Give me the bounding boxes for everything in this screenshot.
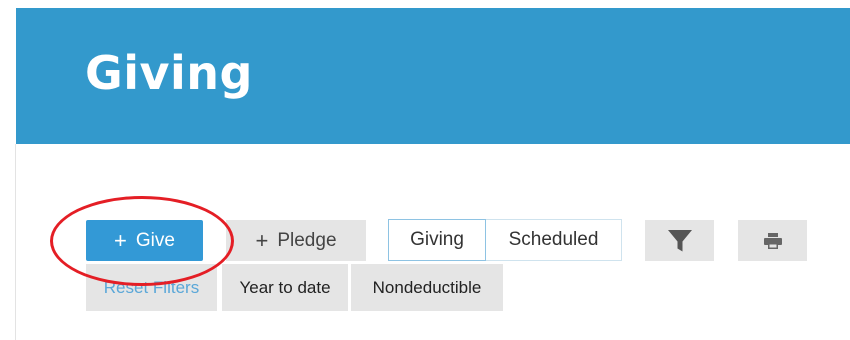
filter-chip-nondeductible[interactable]: Nondeductible	[351, 264, 503, 311]
pledge-button-label: Pledge	[277, 229, 337, 251]
left-divider	[15, 144, 16, 340]
print-icon	[763, 232, 782, 249]
view-toggle: Giving Scheduled	[388, 219, 622, 261]
plus-icon: +	[114, 227, 127, 253]
give-button[interactable]: + Give	[86, 220, 203, 261]
filter-button[interactable]	[645, 220, 714, 261]
reset-filters-link[interactable]: Reset Filters	[86, 264, 217, 311]
pledge-button[interactable]: + Pledge	[226, 220, 366, 261]
page-header: Giving	[16, 8, 850, 144]
print-button[interactable]	[738, 220, 807, 261]
toggle-giving[interactable]: Giving	[388, 219, 486, 261]
filter-icon	[667, 229, 692, 251]
toggle-scheduled[interactable]: Scheduled	[486, 220, 621, 260]
plus-icon: +	[255, 227, 269, 253]
give-button-label: Give	[135, 229, 175, 251]
page-title: Giving	[85, 46, 253, 100]
left-margin	[0, 0, 16, 340]
filter-chip-year-to-date[interactable]: Year to date	[222, 264, 348, 311]
